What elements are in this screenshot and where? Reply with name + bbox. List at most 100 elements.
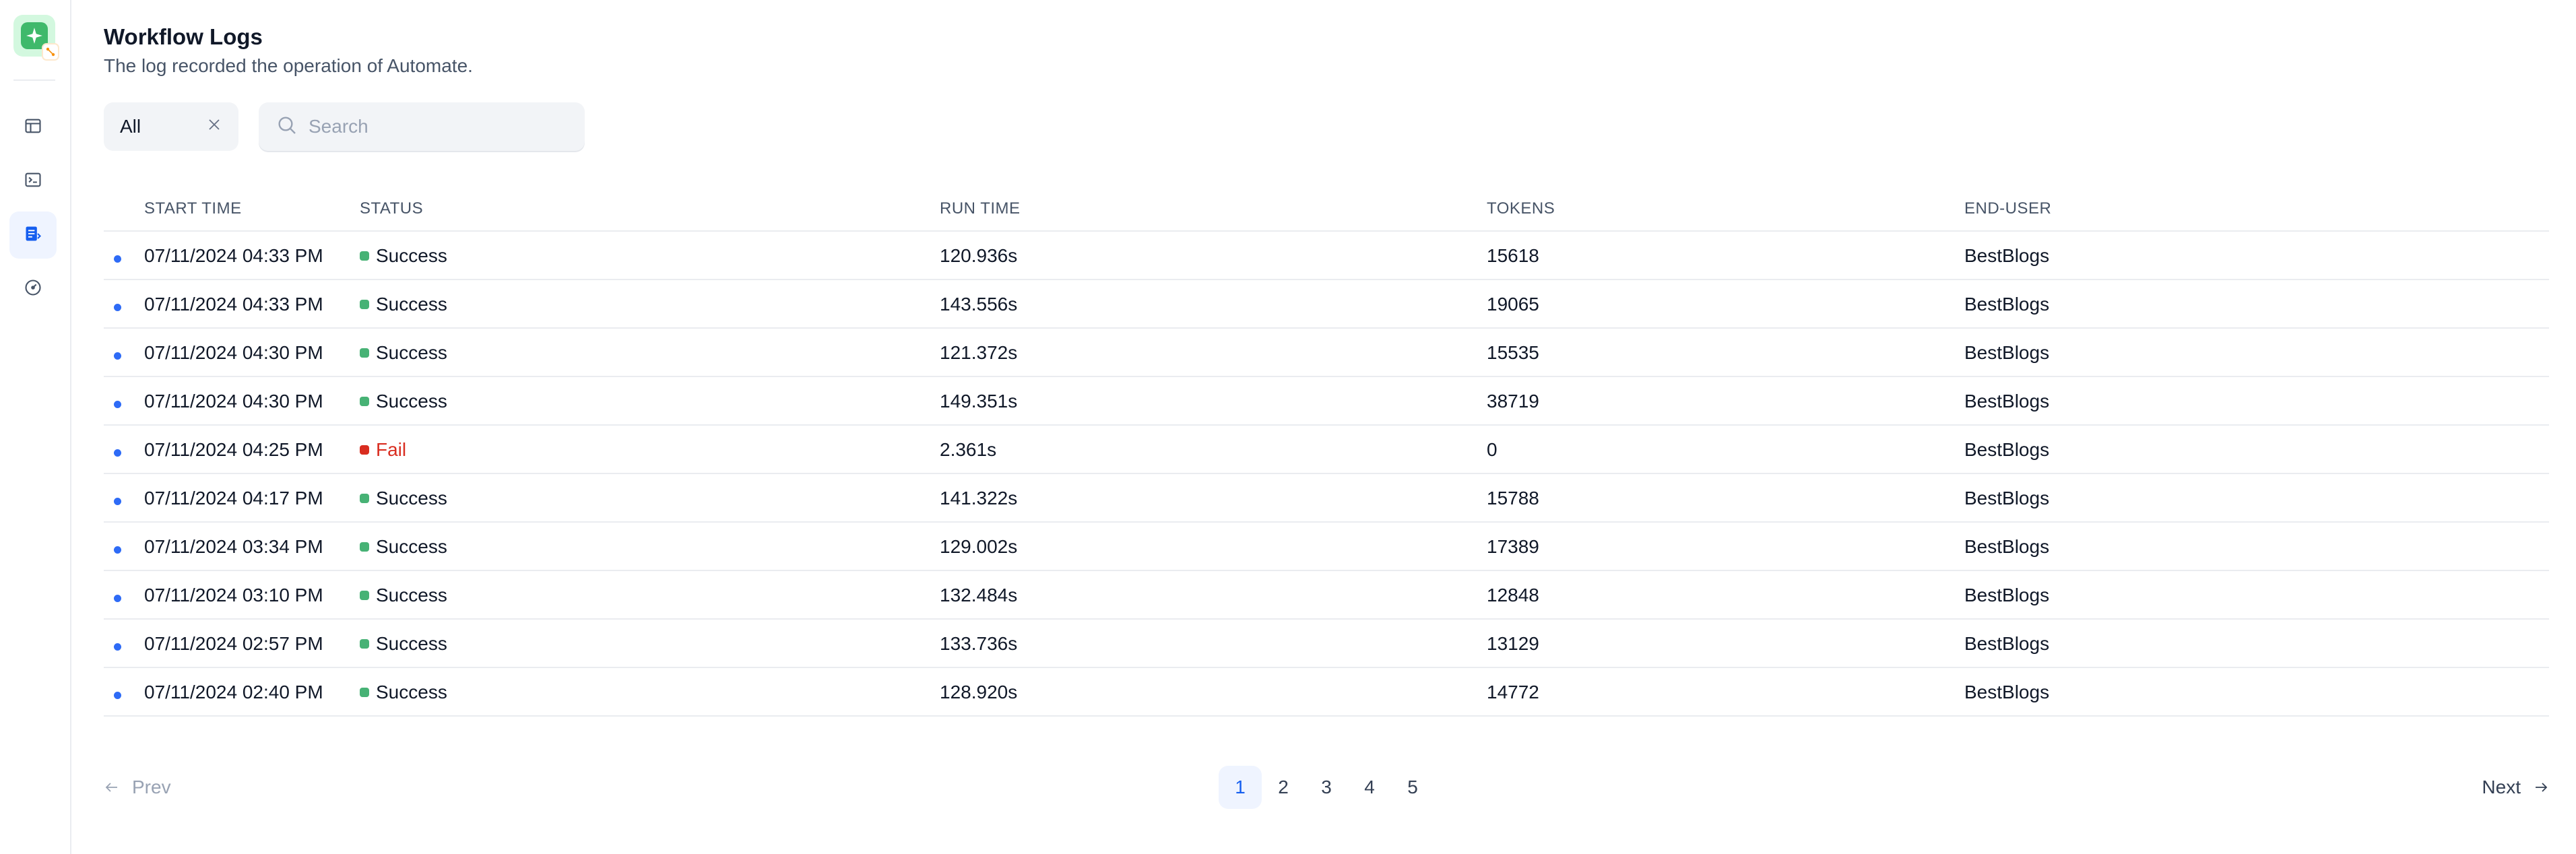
cell-run-time: 141.322s [940,488,1018,508]
table-row[interactable]: 07/11/2024 02:40 PM Success 128.920s 14772 B… [104,668,2549,717]
status-label: Success [376,391,447,412]
workflow-badge-icon [42,43,59,61]
table-row[interactable]: 07/11/2024 02:57 PM Success 133.736s 13129 B… [104,620,2549,668]
status-indicator-dot [360,542,369,552]
status-indicator-dot [360,397,369,406]
status-filter-select[interactable]: All [104,102,238,151]
status-indicator-dot [360,300,369,309]
status-label: Success [376,294,447,315]
cell-run-time: 133.736s [940,633,1018,654]
table-header: START TIME STATUS RUN TIME TOKENS END-US… [104,189,2549,232]
status-indicator-dot [360,445,369,455]
column-header-status: STATUS [360,199,424,218]
status-indicator-dot [360,494,369,503]
status-label: Fail [376,439,407,460]
unread-indicator-dot [114,643,121,651]
table-body: 07/11/2024 04:33 PM Success 120.936s 15618 B… [104,232,2549,717]
unread-indicator-dot [114,304,121,311]
cell-status: Success [360,329,447,377]
table-row[interactable]: 07/11/2024 04:33 PM Success 143.556s 19065 B… [104,280,2549,329]
cell-run-time: 121.372s [940,342,1018,363]
logs-table: START TIME STATUS RUN TIME TOKENS END-US… [104,189,2549,717]
status-indicator-dot [360,688,369,697]
unread-indicator-dot [114,255,121,263]
arrow-left-icon [105,783,117,792]
cell-start-time: 07/11/2024 04:30 PM [144,342,323,363]
table-row[interactable]: 07/11/2024 04:17 PM Success 141.322s 15788 B… [104,474,2549,523]
unread-indicator-dot [114,352,121,360]
dashboard-gauge-icon [24,278,42,300]
status-indicator-dot [360,639,369,649]
cell-tokens: 17389 [1487,536,1539,557]
table-row[interactable]: 07/11/2024 04:25 PM Fail 2.361s 0 BestBlogs [104,426,2549,474]
page-numbers: 12345 [1219,765,1434,810]
cell-end-user: BestBlogs [1964,633,2050,654]
cell-tokens: 38719 [1487,391,1539,412]
terminal-icon [24,170,42,193]
cell-run-time: 143.556s [940,294,1018,315]
cell-end-user: BestBlogs [1964,488,2050,508]
page-button-3[interactable]: 3 [1305,766,1348,809]
sidebar-item-logs[interactable] [9,211,57,259]
search-box[interactable] [259,102,585,151]
unread-indicator-dot [114,449,121,457]
cell-start-time: 07/11/2024 04:30 PM [144,391,323,412]
unread-indicator-dot [114,546,121,554]
cell-start-time: 07/11/2024 04:33 PM [144,245,323,266]
table-row[interactable]: 07/11/2024 03:34 PM Success 129.002s 17389 B… [104,523,2549,571]
status-label: Success [376,342,447,363]
cell-end-user: BestBlogs [1964,439,2050,460]
page-button-2[interactable]: 2 [1262,766,1305,809]
cell-status: Fail [360,426,406,474]
status-label: Success [376,633,447,654]
cell-tokens: 19065 [1487,294,1539,315]
cell-end-user: BestBlogs [1964,682,2050,702]
status-indicator-dot [360,251,369,261]
cell-run-time: 120.936s [940,245,1018,266]
cell-tokens: 15788 [1487,488,1539,508]
table-row[interactable]: 07/11/2024 04:33 PM Success 120.936s 15618 B… [104,232,2549,280]
unread-indicator-dot [114,692,121,699]
cell-status: Success [360,377,447,426]
page-button-4[interactable]: 4 [1348,766,1391,809]
prev-page-button[interactable]: Prev [104,765,171,810]
cell-run-time: 149.351s [940,391,1018,412]
table-row[interactable]: 07/11/2024 04:30 PM Success 121.372s 15535 B… [104,329,2549,377]
sidebar [0,0,71,854]
arrow-right-icon [2536,783,2548,792]
sidebar-item-monitoring[interactable] [9,265,57,313]
cell-end-user: BestBlogs [1964,536,2050,557]
cell-end-user: BestBlogs [1964,245,2050,266]
cell-status: Success [360,232,447,280]
app-icon[interactable] [13,15,59,61]
search-input[interactable] [309,116,565,137]
status-label: Success [376,245,447,266]
cell-run-time: 128.920s [940,682,1018,702]
cell-status: Success [360,620,447,668]
next-page-button[interactable]: Next [2482,765,2549,810]
pagination: Prev 12345 Next [104,765,2549,810]
status-label: Success [376,536,447,557]
sidebar-item-api[interactable] [9,158,57,205]
next-label: Next [2482,777,2521,797]
status-label: Success [376,585,447,605]
sidebar-item-overview[interactable] [9,104,57,151]
unread-indicator-dot [114,401,121,408]
cell-status: Success [360,571,447,620]
page-button-5[interactable]: 5 [1391,766,1434,809]
prev-label: Prev [132,777,171,797]
cell-run-time: 132.484s [940,585,1018,605]
column-header-end-user: END-USER [1964,199,2052,218]
filter-value: All [120,116,141,137]
page-button-1[interactable]: 1 [1219,766,1262,809]
cell-end-user: BestBlogs [1964,585,2050,605]
main-content: Workflow Logs The log recorded the opera… [104,0,2549,854]
clear-filter-icon[interactable] [206,116,222,137]
table-row[interactable]: 07/11/2024 03:10 PM Success 132.484s 12848 B… [104,571,2549,620]
status-indicator-dot [360,591,369,600]
cell-end-user: BestBlogs [1964,391,2050,412]
table-row[interactable]: 07/11/2024 04:30 PM Success 149.351s 38719 B… [104,377,2549,426]
cell-tokens: 15535 [1487,342,1539,363]
cell-start-time: 07/11/2024 02:57 PM [144,633,323,654]
cell-status: Success [360,474,447,523]
